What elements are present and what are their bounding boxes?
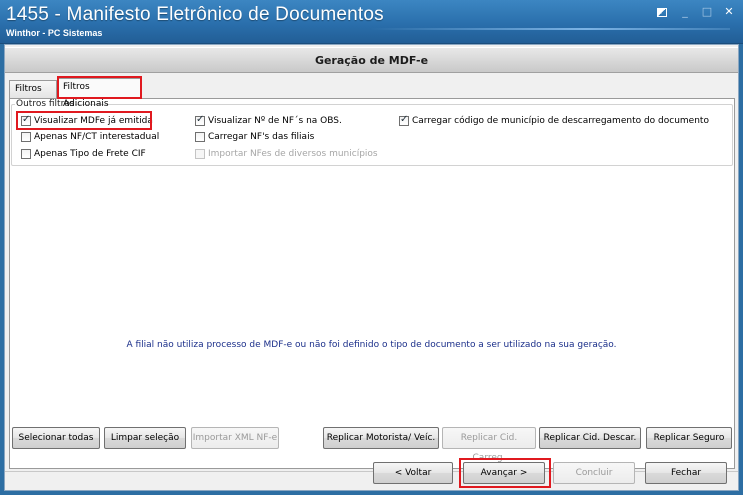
checkbox-label: Visualizar Nº de NF´s na OBS. bbox=[208, 116, 342, 126]
window-controls: _ □ ✕ bbox=[657, 6, 735, 18]
checkbox-disabled-icon bbox=[195, 149, 205, 159]
button-label: Concluir bbox=[575, 468, 613, 478]
app-window: 1455 - Manifesto Eletrônico de Documento… bbox=[0, 0, 743, 495]
button-label: Fechar bbox=[670, 468, 702, 478]
checkbox-checked-icon[interactable] bbox=[399, 114, 409, 126]
checkbox-label: Importar NFes de diversos municípios bbox=[208, 149, 378, 159]
info-message: A filial não utiliza processo de MDF-e o… bbox=[126, 340, 617, 350]
select-all-button[interactable]: Selecionar todas bbox=[12, 427, 100, 449]
button-label: Selecionar todas bbox=[18, 433, 94, 443]
checkbox-checked-icon[interactable] bbox=[195, 114, 205, 126]
back-button[interactable]: < Voltar bbox=[373, 462, 453, 484]
checkbox-label: Apenas Tipo de Frete CIF bbox=[34, 149, 146, 159]
replicate-insurance-button[interactable]: Replicar Seguro bbox=[646, 427, 732, 449]
replicate-load-city-button: Replicar Cid. Carreg. bbox=[442, 427, 536, 463]
checkbox-visualizar-nf-obs[interactable]: Visualizar Nº de NF´s na OBS. bbox=[195, 114, 342, 126]
highlight-tab bbox=[57, 76, 142, 99]
button-label: Importar XML NF-e bbox=[192, 433, 278, 443]
button-label: Replicar Motorista/ Veíc. bbox=[326, 433, 436, 443]
import-xml-button: Importar XML NF-e bbox=[191, 427, 279, 449]
checkbox-unchecked-icon[interactable] bbox=[195, 132, 205, 142]
checkbox-label: Carregar código de município de descarre… bbox=[412, 116, 709, 126]
highlight-checkbox bbox=[16, 111, 152, 130]
checkbox-unchecked-icon[interactable] bbox=[21, 149, 31, 159]
button-label: < Voltar bbox=[394, 468, 432, 478]
checkbox-unchecked-icon[interactable] bbox=[21, 132, 31, 142]
title-bar[interactable]: 1455 - Manifesto Eletrônico de Documento… bbox=[0, 0, 743, 44]
button-label: Replicar Seguro bbox=[653, 433, 725, 443]
window-subtitle: Winthor - PC Sistemas bbox=[6, 28, 103, 38]
close-dialog-button[interactable]: Fechar bbox=[645, 462, 727, 484]
clear-selection-button[interactable]: Limpar seleção bbox=[104, 427, 186, 449]
replicate-driver-button[interactable]: Replicar Motorista/ Veíc. bbox=[323, 427, 439, 449]
highlight-next bbox=[459, 458, 551, 488]
restore-icon[interactable] bbox=[657, 6, 669, 18]
maximize-button[interactable]: □ bbox=[701, 6, 713, 18]
client-area: Geração de MDF-e Filtros Filtros Adicion… bbox=[4, 44, 739, 491]
checkbox-apenas-frete-cif[interactable]: Apenas Tipo de Frete CIF bbox=[21, 149, 146, 159]
close-button[interactable]: ✕ bbox=[723, 6, 735, 18]
checkbox-carregar-nf-filiais[interactable]: Carregar NF's das filiais bbox=[195, 132, 314, 142]
button-label: Replicar Cid. Descar. bbox=[543, 433, 637, 443]
minimize-button[interactable]: _ bbox=[679, 6, 691, 18]
replicate-unload-city-button[interactable]: Replicar Cid. Descar. bbox=[539, 427, 641, 449]
page-title: Geração de MDF-e bbox=[5, 47, 738, 73]
button-label: Limpar seleção bbox=[110, 433, 180, 443]
checkbox-apenas-nf-ct[interactable]: Apenas NF/CT interestadual bbox=[21, 132, 159, 142]
title-accent-line bbox=[370, 28, 730, 30]
checkbox-label: Apenas NF/CT interestadual bbox=[34, 132, 160, 142]
window-title: 1455 - Manifesto Eletrônico de Documento… bbox=[6, 4, 384, 25]
tab-filtros[interactable]: Filtros bbox=[9, 80, 57, 98]
finish-button: Concluir bbox=[553, 462, 635, 484]
checkbox-importar-nfes-municipios: Importar NFes de diversos municípios bbox=[195, 149, 378, 159]
checkbox-carregar-codigo-municipio[interactable]: Carregar código de município de descarre… bbox=[399, 114, 709, 126]
checkbox-label: Carregar NF's das filiais bbox=[208, 132, 315, 142]
